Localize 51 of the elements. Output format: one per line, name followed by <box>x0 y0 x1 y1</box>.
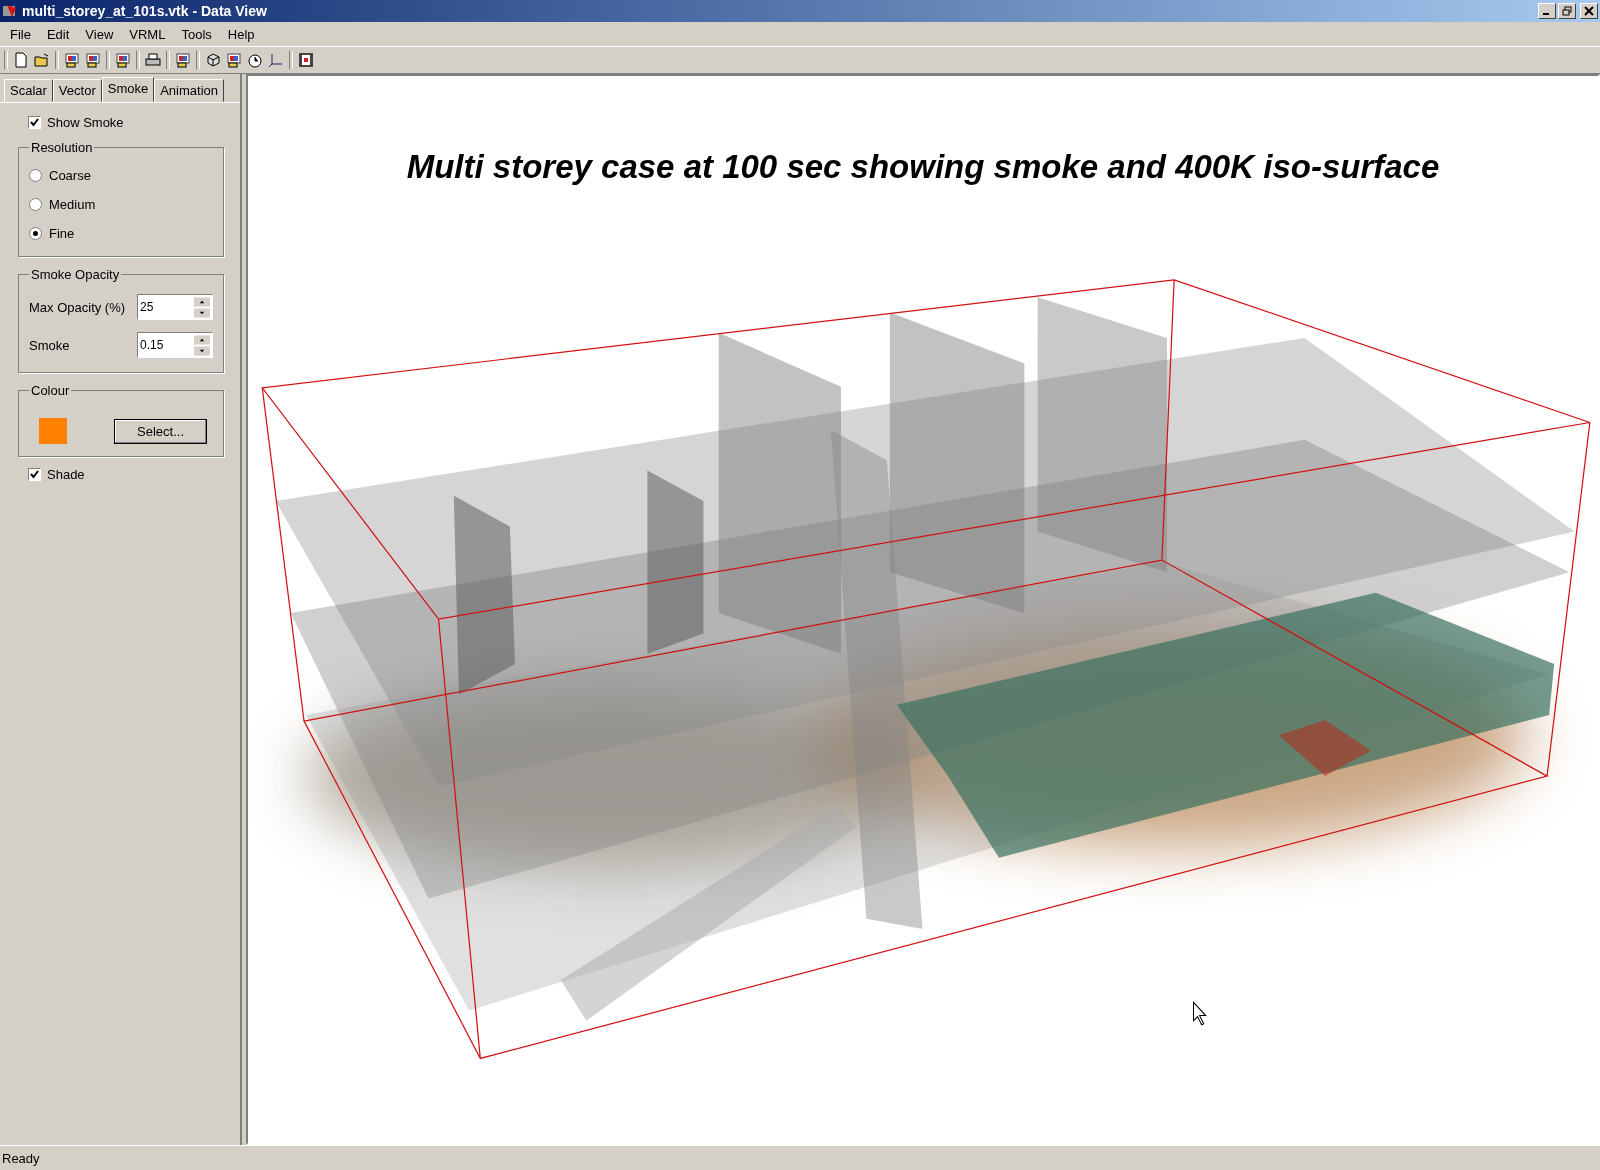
radio-button[interactable] <box>29 227 42 240</box>
open-folder-icon[interactable] <box>34 52 50 68</box>
new-file-icon[interactable] <box>13 52 29 68</box>
radio-label: Medium <box>49 197 96 212</box>
clipboard-icon[interactable] <box>115 52 131 68</box>
printer-icon[interactable] <box>145 52 161 68</box>
radio-label: Fine <box>49 226 75 241</box>
checkbox[interactable] <box>28 116 41 129</box>
minimize-icon <box>1542 13 1549 15</box>
group-title: Resolution <box>30 140 94 155</box>
radio-label: Coarse <box>49 168 91 183</box>
film-icon[interactable] <box>298 52 314 68</box>
axes-icon[interactable] <box>268 52 284 68</box>
import-icon[interactable] <box>64 52 80 68</box>
radio-button[interactable] <box>29 169 42 182</box>
mouse-cursor-icon <box>1193 1001 1207 1026</box>
menu-item[interactable]: Edit <box>38 24 78 44</box>
spin-field[interactable]: 0.15 <box>137 332 213 358</box>
window-title: multi_storey_at_101s.vtk - Data View <box>22 3 268 19</box>
radio-button[interactable] <box>29 198 42 211</box>
checkbox-label: Show Smoke <box>47 115 124 130</box>
field-label: Smoke <box>29 337 70 353</box>
restore-button[interactable] <box>1558 3 1576 19</box>
menu-item[interactable]: Help <box>219 24 263 44</box>
menu-item[interactable]: VRML <box>121 24 174 44</box>
menu-item[interactable]: Tools <box>173 24 220 44</box>
status-text: Ready <box>0 1145 1600 1170</box>
menu-item[interactable]: File <box>2 24 39 44</box>
cube-icon[interactable] <box>205 52 221 68</box>
tab[interactable]: Scalar <box>4 79 53 102</box>
minimize-button[interactable] <box>1538 3 1556 19</box>
select-button[interactable]: Select... <box>114 418 207 444</box>
restore-icon <box>1562 6 1572 16</box>
group-title: Smoke Opacity <box>30 267 121 282</box>
spin-field[interactable]: 25 <box>137 294 213 320</box>
export-icon[interactable] <box>85 52 101 68</box>
app-icon <box>2 3 18 19</box>
title-icon[interactable] <box>226 52 242 68</box>
close-icon <box>1584 6 1594 16</box>
tab[interactable]: Smoke <box>101 77 155 102</box>
viewport-title: Multi storey case at 100 sec showing smoke and 400K iso-surface <box>405 147 1441 186</box>
checkbox-label: Shade <box>47 467 85 482</box>
tab[interactable]: Vector <box>52 79 102 102</box>
tab[interactable]: Animation <box>154 79 224 102</box>
field-label: Max Opacity (%) <box>29 299 126 315</box>
clock-icon[interactable] <box>247 52 263 68</box>
checkbox[interactable] <box>28 468 41 481</box>
menu-item[interactable]: View <box>77 24 122 44</box>
close-button[interactable] <box>1580 3 1598 19</box>
group-title: Colour <box>30 383 71 398</box>
image-icon[interactable] <box>175 52 191 68</box>
